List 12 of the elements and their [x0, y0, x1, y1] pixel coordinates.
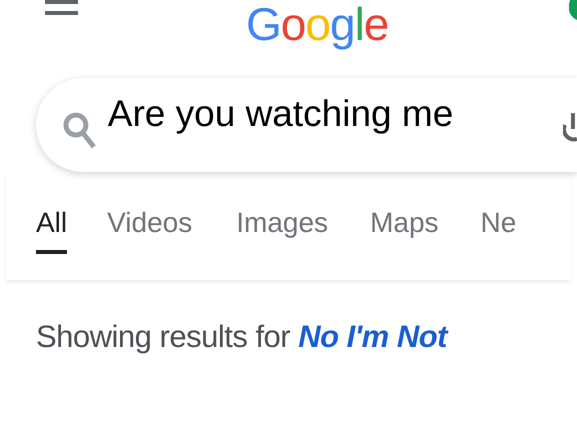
spelling-notice: Showing results for No I'm Not	[36, 318, 450, 356]
tab[interactable]: Maps	[370, 206, 439, 254]
corrected-query-link[interactable]: No I'm Not	[298, 319, 447, 354]
tab[interactable]: All	[36, 206, 68, 254]
tab[interactable]: Videos	[107, 206, 192, 254]
menu-icon[interactable]	[45, 0, 78, 16]
tab[interactable]: Images	[236, 206, 328, 254]
tab[interactable]: Ne	[480, 206, 516, 254]
search-query: Are you watching me	[108, 92, 454, 136]
logo-text: Google	[246, 0, 388, 49]
search-icon	[63, 112, 96, 150]
search-field[interactable]: Are you watching me	[36, 78, 577, 172]
